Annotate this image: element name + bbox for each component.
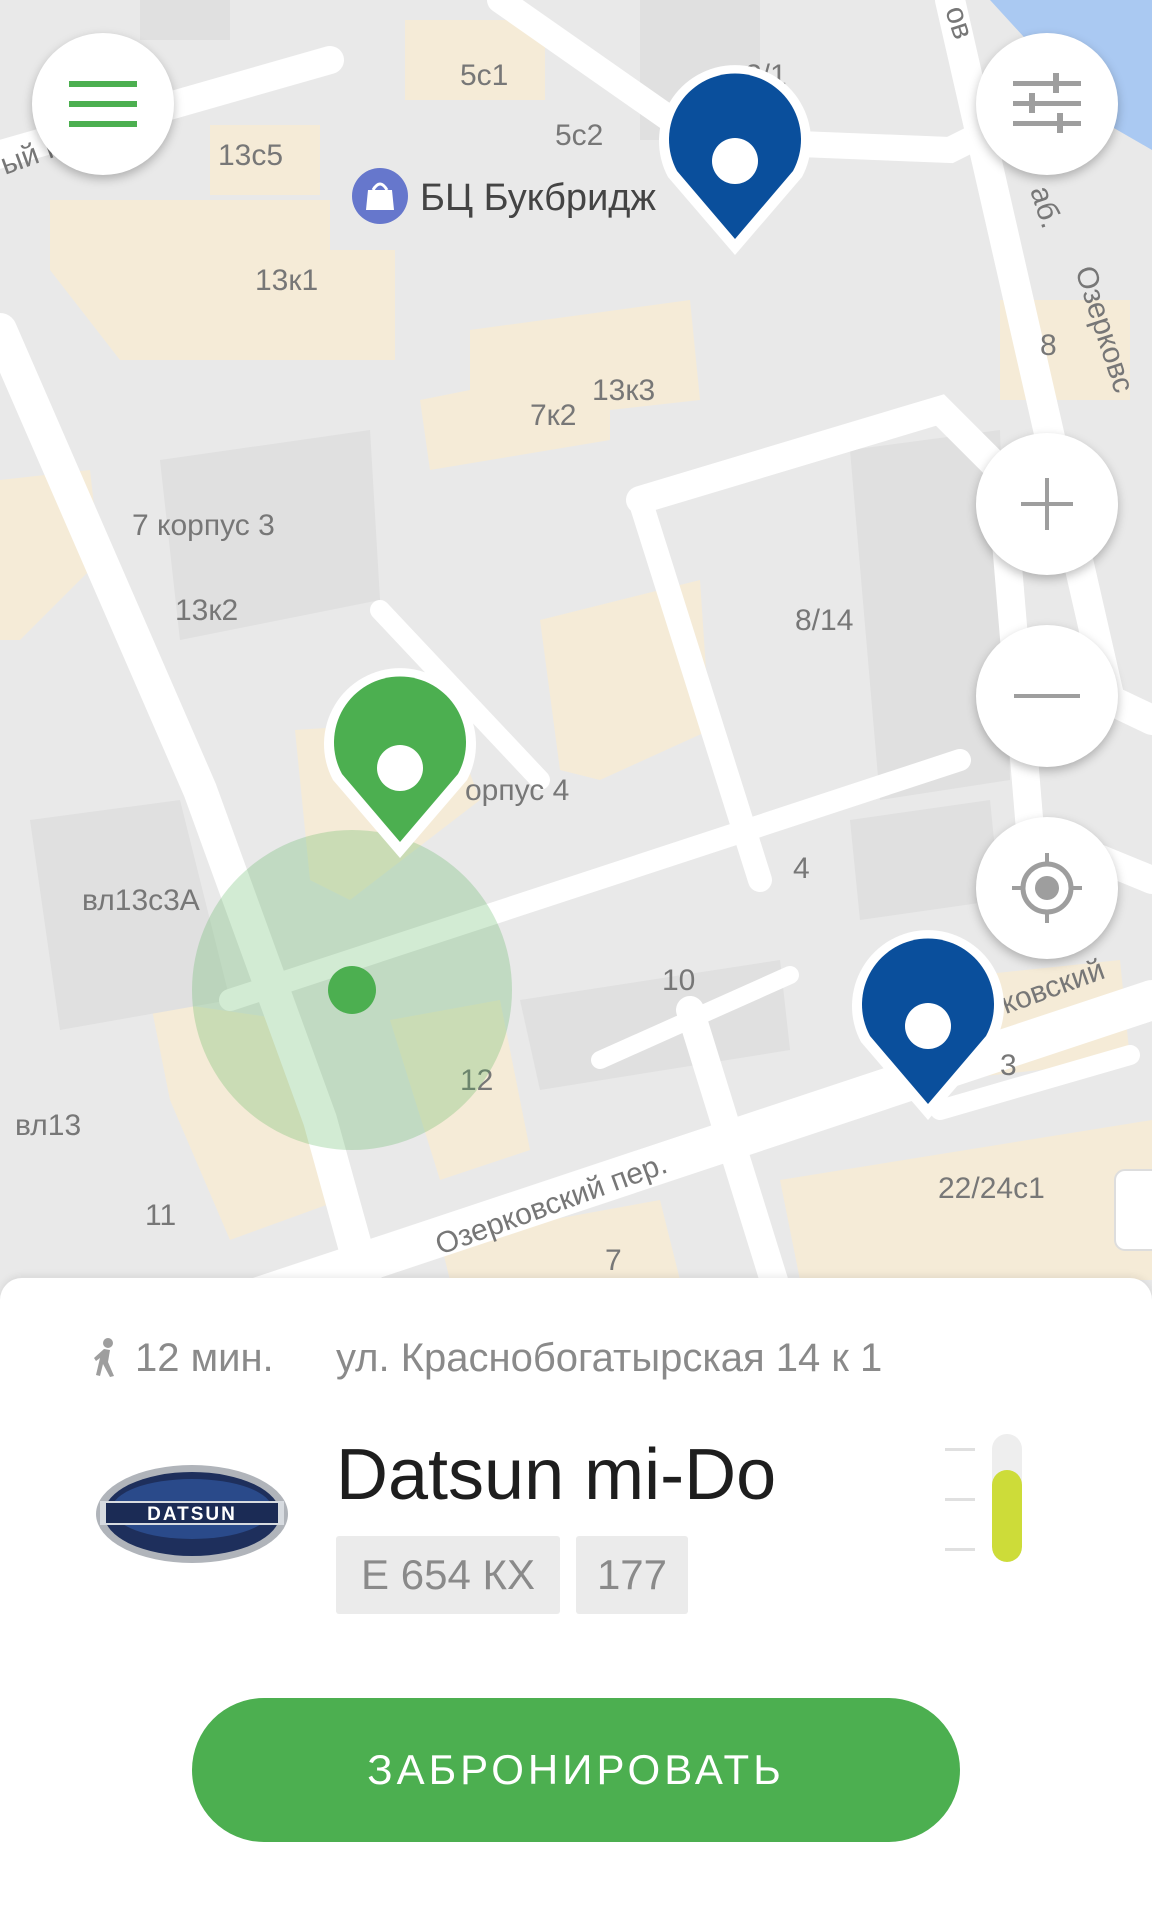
building-label: 8: [1040, 329, 1057, 362]
car-address: ул. Краснобогатырская 14 к 1: [336, 1336, 883, 1380]
building-label: 22/24с1: [938, 1172, 1045, 1205]
building-label: орпус 4: [465, 774, 569, 807]
map-view[interactable]: ый пер. 5с1 2/1 13с5 5с2 13к1 8 13к3 7к2…: [0, 0, 1152, 1320]
building-label: 7: [605, 1244, 622, 1277]
building-label: 3: [1000, 1049, 1017, 1082]
car-model: Datsun mi-Do: [336, 1435, 777, 1515]
building-label: вл13с3А: [82, 884, 200, 917]
building-label: 5с1: [460, 59, 508, 92]
plus-icon: [1021, 478, 1073, 530]
building-label: 13к1: [255, 264, 318, 297]
book-button[interactable]: ЗАБРОНИРОВАТЬ: [192, 1698, 960, 1842]
my-location-button[interactable]: [976, 817, 1118, 959]
zoom-in-button[interactable]: [976, 433, 1118, 575]
building-label: вл13: [15, 1109, 81, 1142]
hamburger-menu-icon: [69, 81, 137, 127]
menu-button[interactable]: [32, 33, 174, 175]
walking-person-icon: [94, 1338, 114, 1377]
crosshair-target-icon: [1012, 853, 1082, 923]
walk-time: 12 мин.: [135, 1336, 274, 1380]
filter-button[interactable]: [976, 33, 1118, 175]
car-details-sheet: 12 мин. ул. Краснобогатырская 14 к 1 DAT…: [0, 1278, 1152, 1920]
user-location-dot: [328, 966, 376, 1014]
building-label: 13с5: [218, 139, 283, 172]
poi-label: БЦ Букбридж: [420, 177, 656, 219]
minus-icon: [1014, 694, 1080, 698]
fuel-gauge: [940, 1428, 1060, 1568]
zoom-out-button[interactable]: [976, 625, 1118, 767]
car-brand-logo: DATSUN: [94, 1463, 290, 1570]
poi-marker[interactable]: БЦ Букбридж: [352, 168, 656, 224]
building-label: 13к3: [592, 374, 655, 407]
building-label: 5с2: [555, 119, 603, 152]
building-label: 10: [662, 964, 695, 997]
license-plate-region: 177: [576, 1536, 688, 1614]
building-label: 8/14: [795, 604, 853, 637]
building-label: 7к2: [530, 399, 577, 432]
license-plate: Е 654 КХ: [336, 1536, 560, 1614]
fuel-level-bar: [992, 1469, 1022, 1562]
building-label: 7 корпус 3: [132, 509, 275, 542]
sliders-icon: [1013, 73, 1081, 133]
map-canvas[interactable]: ый пер. 5с1 2/1 13с5 5с2 13к1 8 13к3 7к2…: [0, 0, 1152, 1320]
svg-text:DATSUN: DATSUN: [147, 1504, 237, 1525]
building-label: 13к2: [175, 594, 238, 627]
building-label: 4: [793, 852, 810, 885]
building-label: 11: [145, 1199, 176, 1232]
